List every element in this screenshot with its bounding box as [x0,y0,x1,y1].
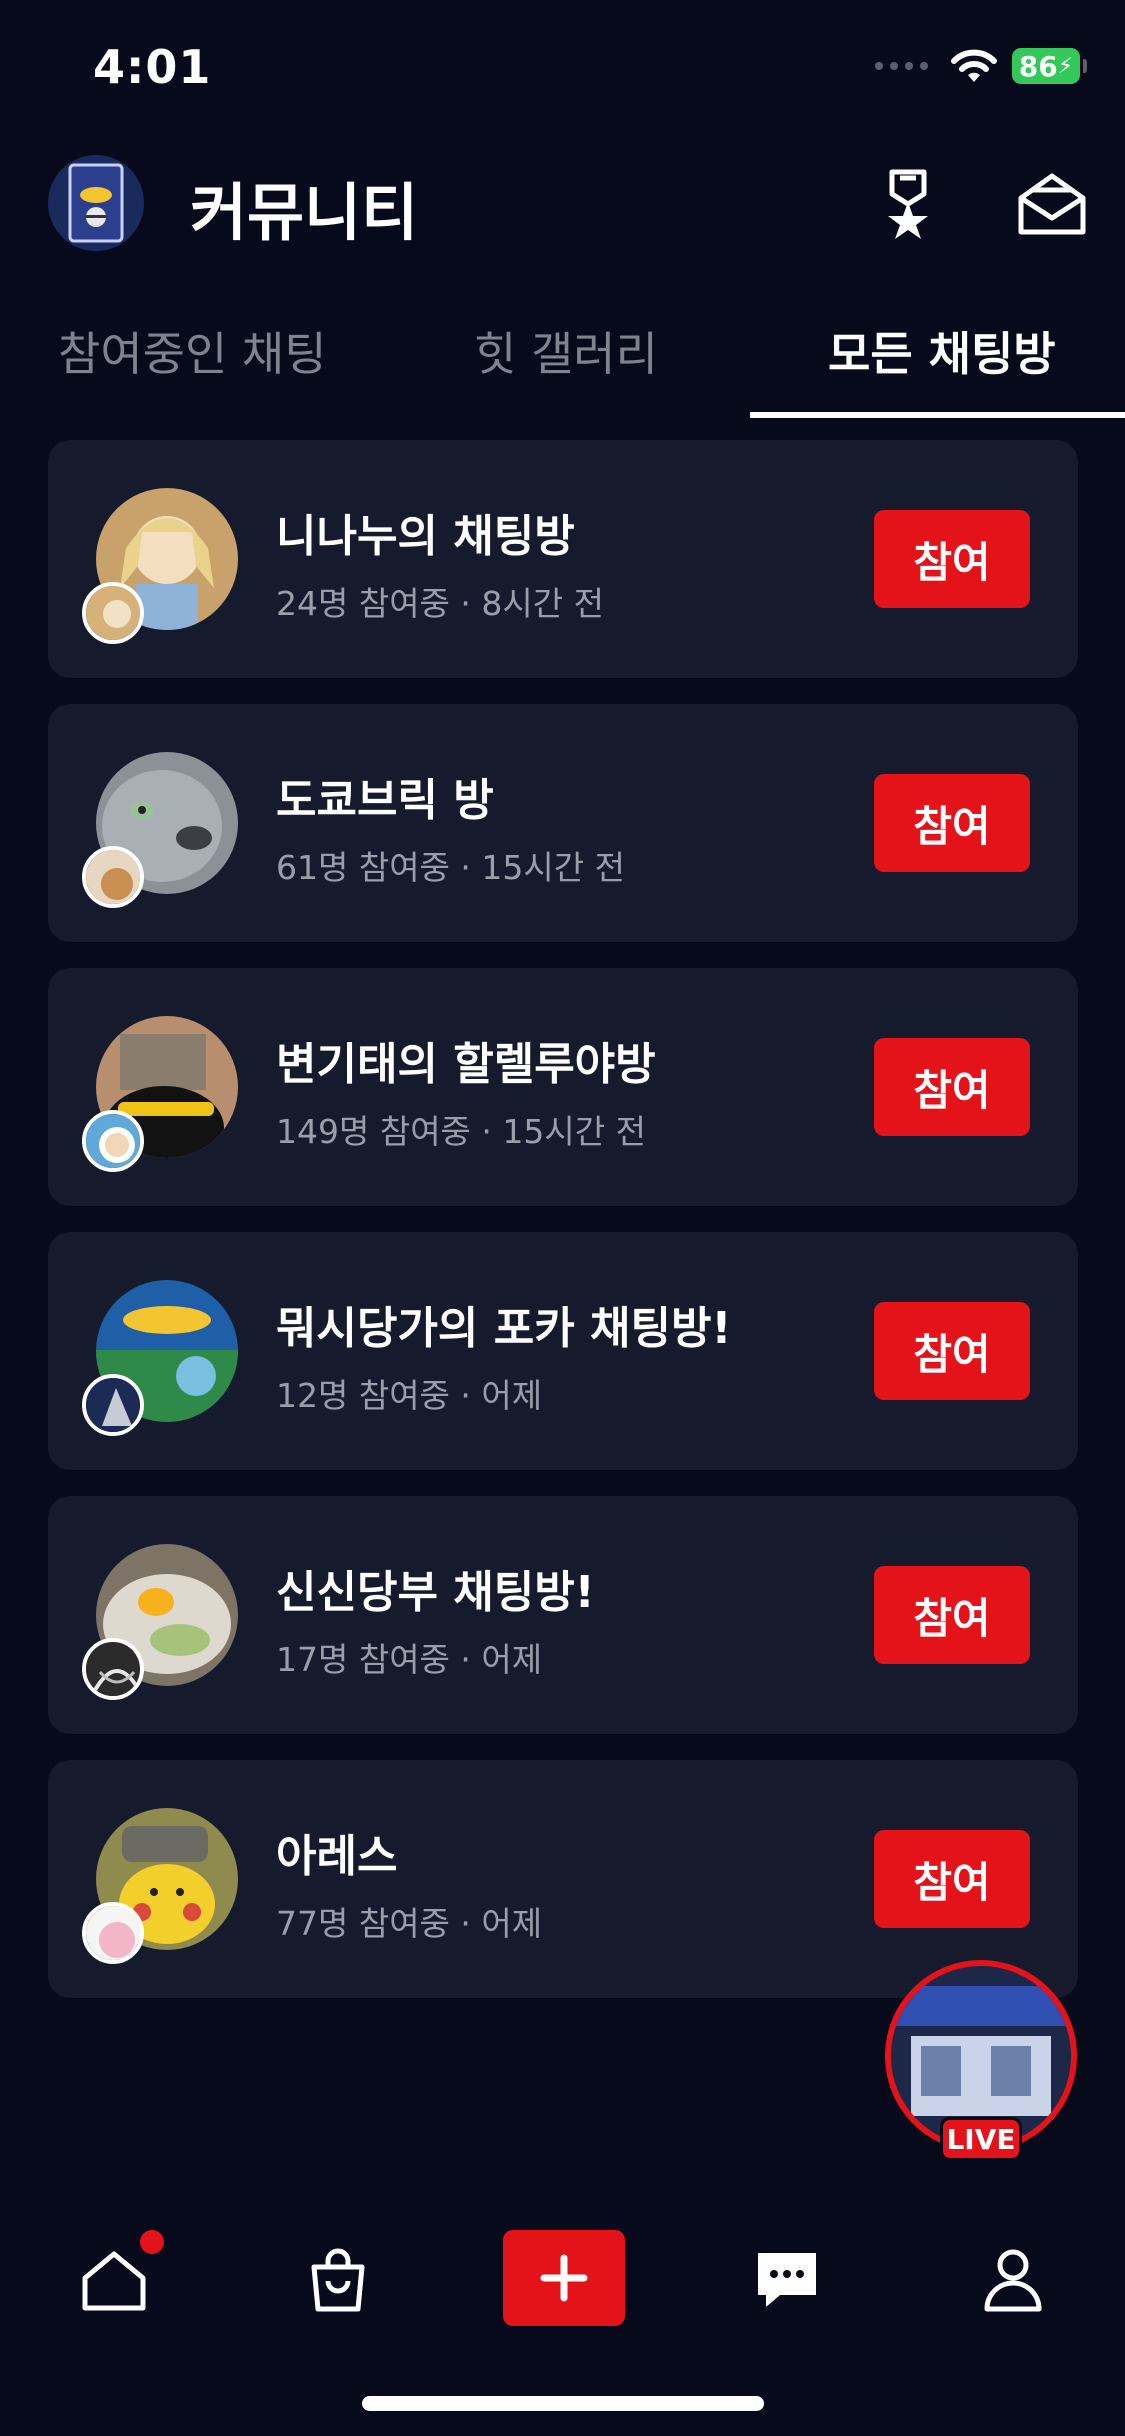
chatroom-list: 니나누의 채팅방 24명 참여중 · 8시간 전 참여 도쿄브릭 방 61명 참… [48,440,1078,2024]
join-button[interactable]: 참여 [874,510,1030,608]
page-title: 커뮤니티 [190,176,419,249]
chatroom-card[interactable]: 뭐시당가의 포카 채팅방! 12명 참여중 · 어제 참여 [48,1232,1078,1470]
nav-chat[interactable] [737,2230,837,2330]
nav-shop[interactable] [288,2230,388,2330]
status-time: 4:01 [93,40,212,94]
tab-joined-chats[interactable]: 참여중인 채팅 [58,318,327,384]
battery-level: 86 [1018,49,1058,83]
chatroom-card[interactable]: 신신당부 채팅방! 17명 참여중 · 어제 참여 [48,1496,1078,1734]
plus-icon [540,2254,588,2302]
screen: 4:01 86 ⚡ 커뮤니티 참여중인 채팅 힛 갤러리 모든 채팅방 니나누의… [0,0,1125,2436]
host-avatar [82,1638,144,1700]
chatroom-meta: 149명 참여중 · 15시간 전 [276,1112,646,1151]
tab-hit-gallery[interactable]: 힛 갤러리 [474,318,658,384]
live-badge: LIVE [940,2117,1022,2161]
medal-icon[interactable] [868,164,948,244]
nav-profile[interactable] [963,2230,1063,2330]
chat-bubble-icon [758,2253,816,2307]
chatroom-meta: 61명 참여중 · 15시간 전 [276,848,625,887]
notification-dot [140,2230,164,2254]
host-avatar [82,1902,144,1964]
host-avatar [82,582,144,644]
chatroom-name: 변기태의 할렐루야방 [276,1039,656,1090]
chatroom-name: 도쿄브릭 방 [276,775,494,826]
chatroom-name: 아레스 [276,1831,398,1882]
chatroom-card[interactable]: 니나누의 채팅방 24명 참여중 · 8시간 전 참여 [48,440,1078,678]
create-post-button[interactable] [503,2230,625,2326]
chatroom-meta: 17명 참여중 · 어제 [276,1640,543,1679]
app-header: 커뮤니티 [0,150,1125,260]
tab-all-chatrooms[interactable]: 모든 채팅방 [828,318,1056,384]
charging-bolt-icon: ⚡ [1057,53,1074,79]
status-indicators: 86 ⚡ [875,48,1087,84]
wifi-icon [951,49,997,82]
chatroom-name: 뭐시당가의 포카 채팅방! [276,1303,732,1354]
pokemon-card-avatar[interactable] [48,155,144,251]
shopping-bag-icon [311,2248,365,2312]
chatroom-card[interactable]: 변기태의 할렐루야방 149명 참여중 · 15시간 전 참여 [48,968,1078,1206]
join-button[interactable]: 참여 [874,1038,1030,1136]
bottom-nav [0,2210,1125,2350]
tab-bar: 참여중인 채팅 힛 갤러리 모든 채팅방 [0,300,1125,420]
chatroom-card[interactable]: 도쿄브릭 방 61명 참여중 · 15시간 전 참여 [48,704,1078,942]
mail-open-icon[interactable] [1012,164,1092,244]
chatroom-card[interactable]: 아레스 77명 참여중 · 어제 참여 [48,1760,1078,1998]
battery-icon: 86 ⚡ [1012,48,1087,84]
join-button[interactable]: 참여 [874,774,1030,872]
chatroom-meta: 24명 참여중 · 8시간 전 [276,584,604,623]
chatroom-meta: 12명 참여중 · 어제 [276,1376,543,1415]
signal-icon [875,62,928,70]
chatroom-name: 신신당부 채팅방! [276,1567,595,1618]
join-button[interactable]: 참여 [874,1830,1030,1928]
chatroom-name: 니나누의 채팅방 [276,511,575,562]
host-avatar [82,1110,144,1172]
home-icon [82,2251,146,2311]
host-avatar [82,846,144,908]
host-avatar [82,1374,144,1436]
profile-icon [984,2249,1042,2312]
active-tab-indicator [750,412,1125,418]
status-bar: 4:01 86 ⚡ [0,0,1125,140]
join-button[interactable]: 참여 [874,1566,1030,1664]
join-button[interactable]: 참여 [874,1302,1030,1400]
home-indicator [362,2396,764,2411]
chatroom-meta: 77명 참여중 · 어제 [276,1904,543,1943]
